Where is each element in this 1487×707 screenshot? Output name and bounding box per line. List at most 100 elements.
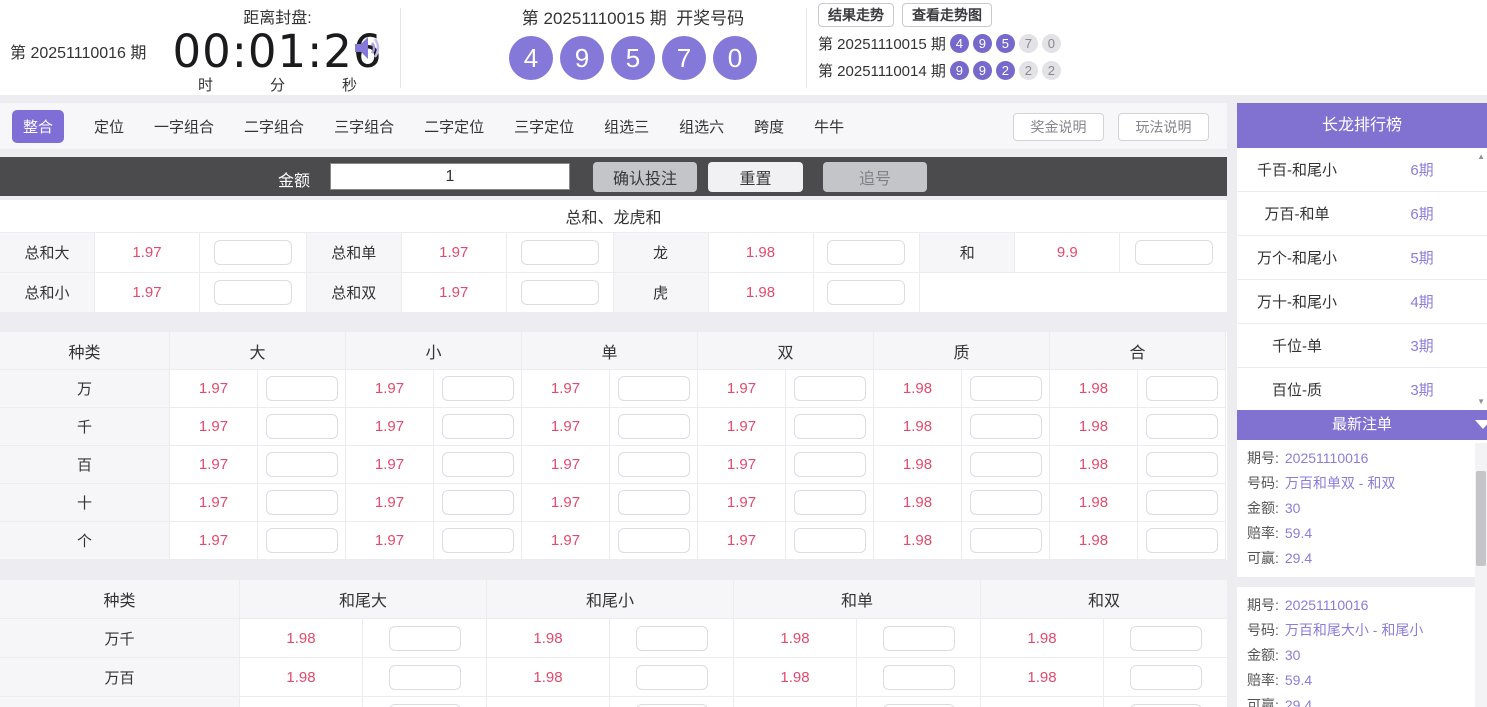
- bet-input[interactable]: [266, 376, 338, 401]
- bonus-info-button[interactable]: 奖金说明: [1013, 113, 1104, 141]
- bet-input[interactable]: [1135, 240, 1213, 265]
- bet-input[interactable]: [442, 528, 514, 553]
- history-block: 结果走势 查看走势图 第 20251110015 期 4 9 5 7 0 第 2…: [818, 3, 1061, 81]
- bet-input[interactable]: [618, 528, 690, 553]
- amount-input[interactable]: [330, 163, 570, 190]
- bet-input[interactable]: [442, 414, 514, 439]
- tab-erzi-dingwei[interactable]: 二字定位: [424, 116, 484, 137]
- bet-input[interactable]: [636, 665, 708, 690]
- bet-input[interactable]: [970, 376, 1042, 401]
- chase-number-button[interactable]: 追号: [823, 162, 927, 192]
- history-ball: 9: [950, 61, 969, 80]
- bet-input[interactable]: [442, 376, 514, 401]
- bet-input[interactable]: [827, 240, 905, 265]
- bet-input[interactable]: [970, 414, 1042, 439]
- trend-chart-button[interactable]: 查看走势图: [902, 3, 992, 27]
- tab-sanzi-zuhe[interactable]: 三字组合: [334, 116, 394, 137]
- bet-input[interactable]: [794, 414, 866, 439]
- bet-input[interactable]: [266, 414, 338, 439]
- tab-zuxuan-san[interactable]: 组选三: [604, 116, 649, 137]
- column-header: 质: [874, 332, 1050, 370]
- rules-info-button[interactable]: 玩法说明: [1118, 113, 1209, 141]
- speaker-icon[interactable]: [352, 33, 382, 63]
- bet-input[interactable]: [214, 240, 292, 265]
- tab-dingwei[interactable]: 定位: [94, 116, 124, 137]
- tab-zhenghe[interactable]: 整合: [12, 110, 64, 143]
- scrollbar-thumb[interactable]: [1476, 471, 1486, 566]
- bet-option-label: 总和单: [307, 233, 402, 273]
- bet-input[interactable]: [794, 452, 866, 477]
- tab-erzi-zuhe[interactable]: 二字组合: [244, 116, 304, 137]
- dragon-row[interactable]: 万百-和单 6期: [1237, 192, 1487, 236]
- bet-input[interactable]: [883, 665, 955, 690]
- current-issue: 第 20251110016 期: [10, 39, 146, 63]
- bet-input[interactable]: [389, 704, 461, 707]
- bet-input[interactable]: [636, 626, 708, 651]
- lottery-betting-page: 第 20251110016 期 距离封盘: 00:01:26 时 分 秒 第 2…: [0, 0, 1487, 707]
- odds-value: 1.97: [170, 522, 258, 560]
- bet-input[interactable]: [636, 704, 708, 707]
- bet-input[interactable]: [1146, 490, 1218, 515]
- bet-input[interactable]: [1146, 528, 1218, 553]
- bet-input[interactable]: [442, 490, 514, 515]
- tab-zuxuan-liu[interactable]: 组选六: [679, 116, 724, 137]
- bet-input[interactable]: [389, 626, 461, 651]
- dragon-row[interactable]: 万十-和尾小 4期: [1237, 280, 1487, 324]
- tab-yizi-zuhe[interactable]: 一字组合: [154, 116, 214, 137]
- bet-input[interactable]: [618, 414, 690, 439]
- bet-input[interactable]: [1146, 414, 1218, 439]
- tab-kuadu[interactable]: 跨度: [754, 116, 784, 137]
- bet-input[interactable]: [883, 626, 955, 651]
- bet-input[interactable]: [266, 490, 338, 515]
- bet-input[interactable]: [970, 528, 1042, 553]
- history-ball: 2: [1042, 61, 1061, 80]
- orders-scrollbar[interactable]: [1475, 443, 1487, 707]
- confirm-bet-button[interactable]: 确认投注: [593, 162, 697, 192]
- bet-input[interactable]: [883, 704, 955, 707]
- dragon-row[interactable]: 千百-和尾小 6期: [1237, 148, 1487, 192]
- odds-value: 1.97: [95, 233, 200, 273]
- tab-niuniu[interactable]: 牛牛: [814, 116, 844, 137]
- bet-input[interactable]: [1146, 376, 1218, 401]
- bet-input[interactable]: [442, 452, 514, 477]
- column-header: 小: [346, 332, 522, 370]
- odds-value: 1.98: [1050, 408, 1138, 446]
- history-ball: 9: [973, 34, 992, 53]
- bet-input[interactable]: [794, 490, 866, 515]
- history-row: 第 20251110015 期 4 9 5 7 0: [818, 33, 1061, 54]
- bet-option-label: 总和大: [0, 233, 95, 273]
- sum-tail-odds-table: 种类 和尾大 和尾小 和单 和双 万千 1.98 1.98 1.98 1.98 …: [0, 580, 1227, 707]
- bet-input[interactable]: [618, 452, 690, 477]
- bet-input[interactable]: [521, 240, 599, 265]
- column-header: 种类: [0, 332, 170, 370]
- bet-input[interactable]: [266, 528, 338, 553]
- order-number: 万百和单双 - 和双: [1285, 471, 1395, 496]
- dragon-row[interactable]: 百位-质 3期: [1237, 368, 1487, 410]
- bet-input[interactable]: [618, 376, 690, 401]
- bet-input[interactable]: [1130, 665, 1202, 690]
- bet-input[interactable]: [794, 528, 866, 553]
- dragon-row[interactable]: 万个-和尾小 5期: [1237, 236, 1487, 280]
- bet-input[interactable]: [521, 280, 599, 305]
- bet-input[interactable]: [618, 490, 690, 515]
- bet-input[interactable]: [214, 280, 292, 305]
- bet-input[interactable]: [1130, 626, 1202, 651]
- scroll-down-icon[interactable]: ▼: [1477, 397, 1485, 406]
- column-header: 合: [1050, 332, 1226, 370]
- bet-option-label: 总和双: [307, 273, 402, 312]
- odds-value: 1.98: [874, 522, 962, 560]
- bet-input[interactable]: [1146, 452, 1218, 477]
- bet-input[interactable]: [970, 490, 1042, 515]
- tab-sanzi-dingwei[interactable]: 三字定位: [514, 116, 574, 137]
- scroll-up-icon[interactable]: ▲: [1477, 152, 1485, 161]
- bet-input[interactable]: [970, 452, 1042, 477]
- bet-input[interactable]: [794, 376, 866, 401]
- bet-input[interactable]: [827, 280, 905, 305]
- dragon-row[interactable]: 千位-单 3期: [1237, 324, 1487, 368]
- bet-input[interactable]: [389, 665, 461, 690]
- trend-button[interactable]: 结果走势: [818, 3, 894, 27]
- bet-input[interactable]: [1130, 704, 1202, 707]
- history-ball: 9: [973, 61, 992, 80]
- reset-button[interactable]: 重置: [708, 162, 803, 192]
- bet-input[interactable]: [266, 452, 338, 477]
